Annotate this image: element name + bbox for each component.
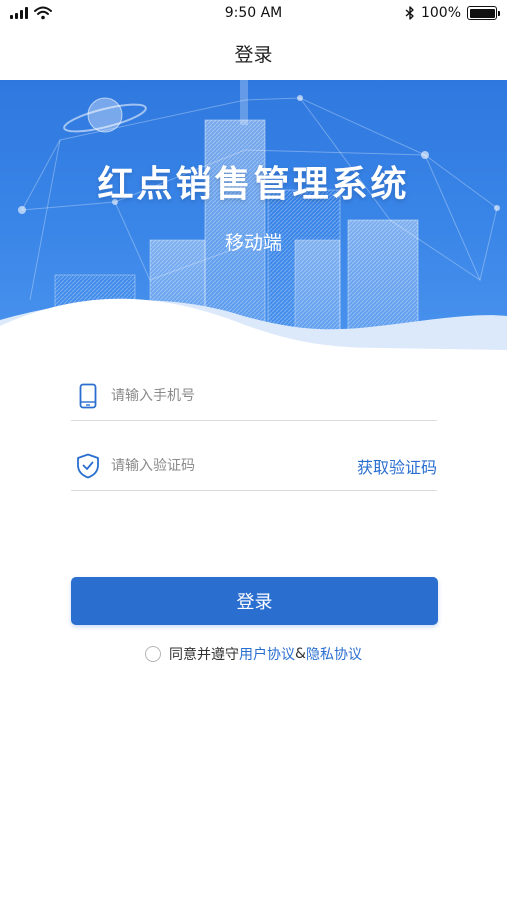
phone-field-row	[71, 371, 437, 421]
battery-icon	[467, 6, 500, 20]
page-title: 登录	[234, 43, 273, 66]
agree-checkbox[interactable]	[145, 646, 162, 662]
planet-icon	[63, 97, 147, 133]
status-left	[10, 6, 52, 20]
get-code-button[interactable]: 获取验证码	[357, 454, 437, 478]
code-input[interactable]	[111, 457, 357, 474]
status-bar: 9:50 AM 100%	[0, 0, 507, 26]
city-skyline-illustration	[0, 80, 507, 355]
battery-fill	[469, 8, 495, 18]
battery-percent: 100%	[420, 5, 461, 21]
signal-icon	[10, 7, 28, 19]
code-field-row: 获取验证码	[71, 441, 437, 491]
bluetooth-icon	[405, 6, 414, 20]
privacy-policy-link[interactable]: 隐私协议	[306, 644, 362, 664]
agreement-row: 同意并遵守 用户协议 & 隐私协议	[0, 644, 507, 664]
app-title: 红点销售管理系统	[97, 164, 410, 205]
hero-banner: 红点销售管理系统 移动端	[0, 80, 507, 355]
wifi-icon	[34, 6, 52, 20]
phone-input[interactable]	[111, 387, 437, 404]
app-subtitle: 移动端	[224, 232, 282, 254]
phone-icon	[73, 381, 103, 411]
agreement-joiner: &	[295, 646, 306, 662]
nav-bar: 登录	[0, 26, 507, 80]
login-button[interactable]: 登录	[71, 577, 438, 625]
status-right: 100%	[405, 5, 500, 21]
user-agreement-link[interactable]: 用户协议	[239, 644, 295, 664]
agreement-prefix: 同意并遵守	[169, 647, 240, 663]
shield-check-icon	[73, 451, 103, 481]
